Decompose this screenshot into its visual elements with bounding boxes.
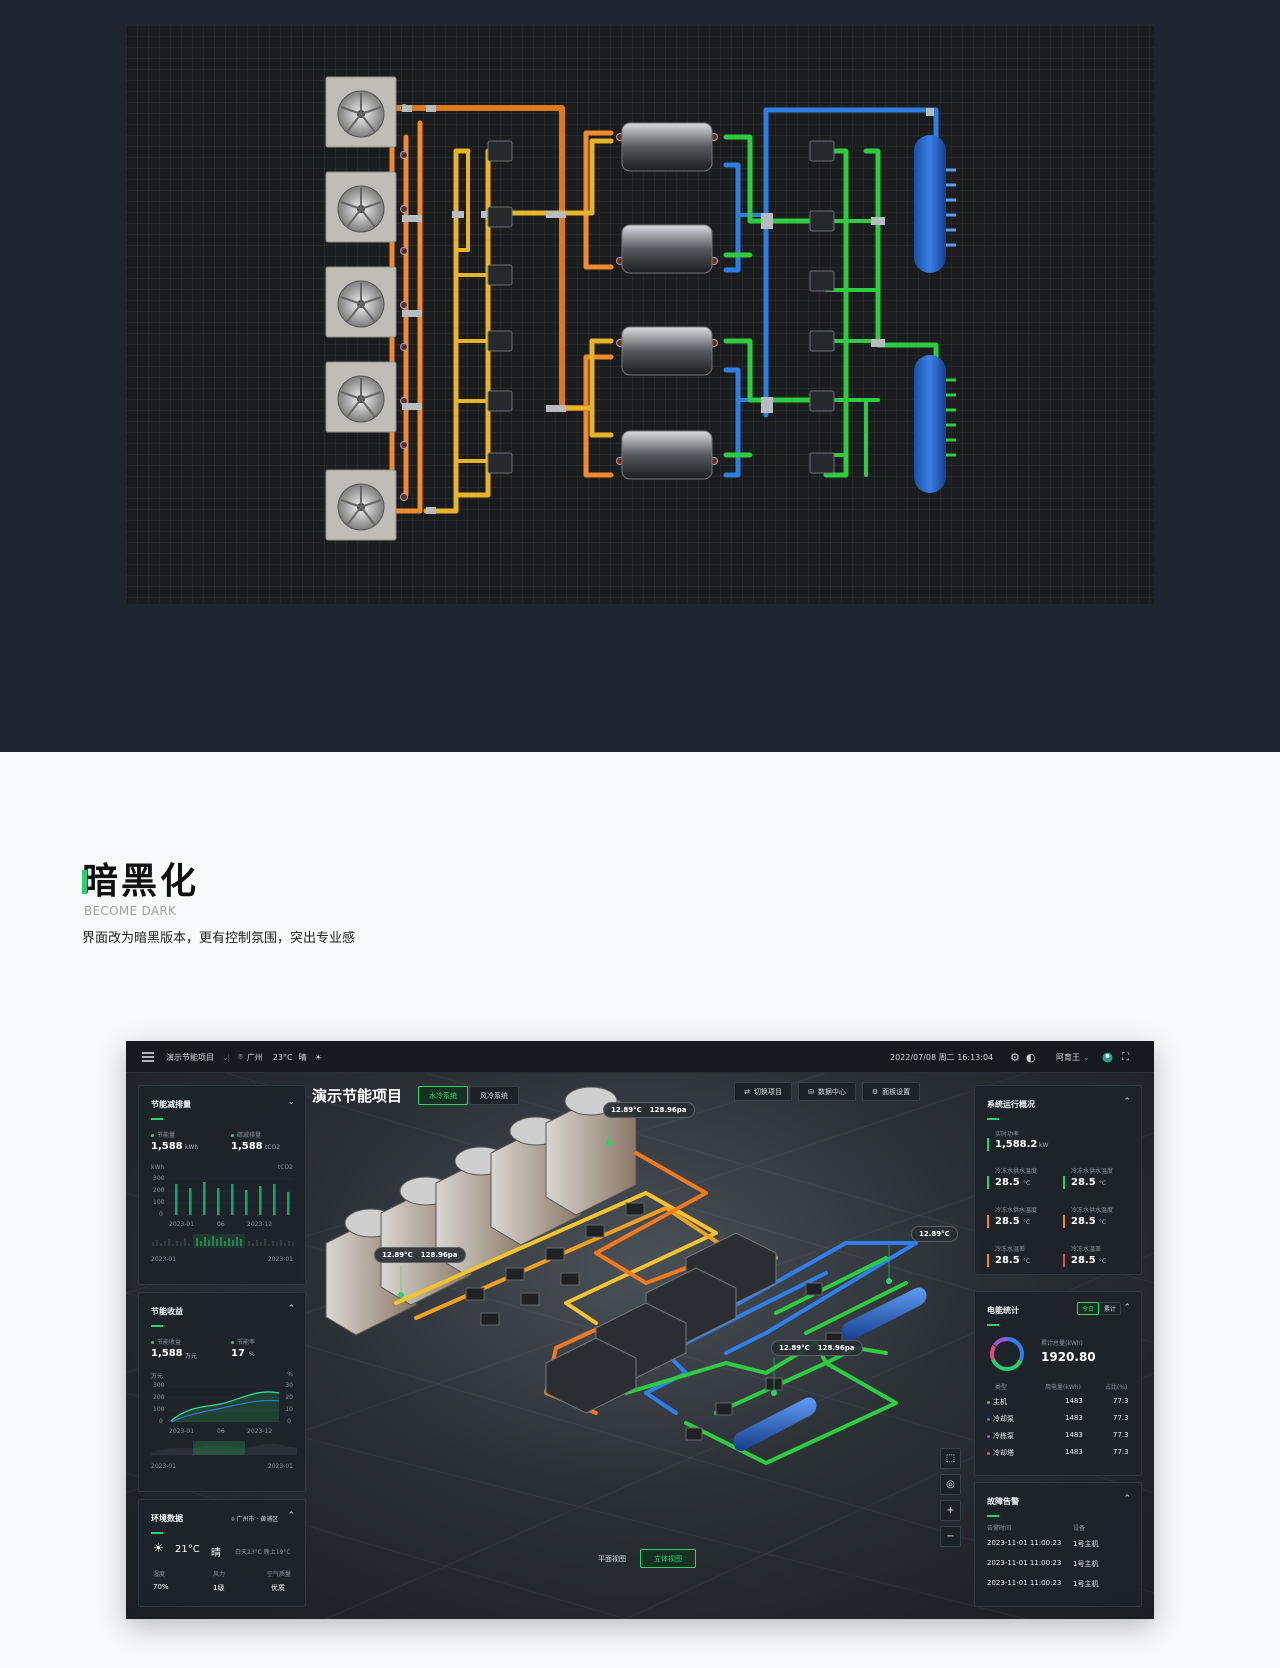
divider: | (227, 1052, 230, 1062)
location-pin-icon: ⌾ (238, 1052, 243, 1061)
tab-3d-view[interactable]: 立体视图 (640, 1549, 696, 1568)
metric-label: 碳减排量 (231, 1130, 261, 1139)
project-selector[interactable]: 演示节能项目 ⌄ (166, 1041, 229, 1073)
energy-bar-chart (169, 1178, 293, 1216)
chevron-down-icon: ⌄ (1083, 1052, 1090, 1062)
zoom-in-button[interactable]: + (940, 1500, 961, 1521)
energy-saving-panel: 节能减排量 ⌄ 节能量 1,588 kWh 碳减排量 1,588 tCO2 kW… (138, 1085, 306, 1285)
location-weather: ⌾ 广州 23°C 晴 ☀ (238, 1052, 322, 1062)
panel-title: 环境数据 (151, 1514, 183, 1523)
title-accent-bar (82, 870, 87, 894)
panel-title: 系统运行概况 (987, 1100, 1035, 1109)
tab-air-cooling[interactable]: 风冷系统 (469, 1086, 519, 1105)
sun-icon: ☀ (314, 1052, 322, 1062)
switch-project-button[interactable]: ⇄ 切换项目 (734, 1082, 792, 1101)
revenue-line-chart (169, 1385, 281, 1423)
pump-icons (487, 140, 835, 474)
chevron-up-icon[interactable]: ⌃ (287, 1304, 295, 1314)
title-underline (151, 1532, 163, 1534)
metric-value: 1,588 (231, 1141, 263, 1152)
revenue-panel: 节能收益 ⌃ 节能收益 1,588 万元 节能率 17 % 万元 % 300 2… (138, 1292, 306, 1492)
data-center-button[interactable]: ⛁ 数据中心 (798, 1082, 856, 1101)
title-underline (987, 1515, 999, 1517)
panel-title: 电能统计 (987, 1306, 1019, 1315)
gear-icon: ⚙ (871, 1087, 879, 1096)
sensor-tag[interactable]: 12.89°C (911, 1226, 958, 1242)
chiller-icons (621, 122, 713, 480)
title-underline (151, 1325, 163, 1327)
plant-schematic-2d (126, 25, 1154, 604)
section-subtitle: BECOME DARK (84, 904, 177, 918)
pipe-network-svg (325, 76, 956, 541)
chevron-down-icon[interactable]: ⌄ (287, 1097, 295, 1107)
title-underline (987, 1324, 999, 1326)
fullscreen-icon[interactable]: ⛶ (1122, 1041, 1129, 1073)
datetime: 2022/07/08 周二 16:13:04 (890, 1052, 994, 1062)
table-row: 冷却泵 (987, 1414, 1014, 1424)
environment-panel: 环境数据 ⌾ 广州市 · 黄浦区 ⌃ ☀ 21°C 晴 白天23°C 晚上19°… (138, 1499, 306, 1607)
panel-title: 节能收益 (151, 1307, 183, 1316)
scene-title: 演示节能项目 (312, 1087, 403, 1105)
metric-label: 节能量 (151, 1130, 175, 1139)
sensor-tag[interactable]: 12.89°C 128.96pa (603, 1102, 695, 1118)
cooling-tower-icons (325, 76, 397, 541)
alarm-row: 2023-11-01 11:00:23 (987, 1579, 1062, 1587)
tank-icons (914, 135, 956, 493)
cube-view-icon[interactable]: ⬚ (940, 1448, 961, 1469)
title-underline (987, 1118, 999, 1120)
table-row: 主机 (987, 1397, 1007, 1407)
toggle-total[interactable]: 累计 (1099, 1302, 1121, 1315)
energy-stats-panel: 电能统计 今日 累计 ⌃ 累计总量(kWh) 1920.80 类型 用电量(kW… (974, 1291, 1142, 1476)
location: ⌾ 广州市 · 黄浦区 (231, 1516, 279, 1523)
tab-plan-view[interactable]: 平面视图 (586, 1549, 638, 1568)
sensor-tag[interactable]: 12.89°C 128.96pa (771, 1340, 863, 1356)
section-description: 界面改为暗黑版本，更有控制氛围，突出专业感 (82, 931, 356, 946)
chevron-up-icon[interactable]: ⌃ (1123, 1097, 1131, 1107)
panel-settings-button[interactable]: ⚙ 面板设置 (862, 1082, 920, 1101)
range-slider (151, 1441, 297, 1455)
theme-toggle-icon[interactable]: ◐ (1026, 1041, 1036, 1073)
panel-title: 节能减排量 (151, 1100, 191, 1109)
title-underline (151, 1118, 163, 1120)
database-icon: ⛁ (808, 1087, 814, 1096)
chevron-up-icon[interactable]: ⌃ (287, 1511, 295, 1521)
dashboard-screenshot: 演示节能项目 ⌄ | ⌾ 广州 23°C 晴 ☀ 2022/07/08 周二 16:13:… (126, 1041, 1154, 1619)
system-overview-panel: 系统运行概况 ⌃ 实时功率 1,588.2 kW 冷冻水供水温度 28.5 °C… (974, 1085, 1142, 1275)
section-title: 暗黑化 (82, 861, 200, 902)
switch-icon: ⇄ (744, 1087, 750, 1096)
top-bar: 演示节能项目 ⌄ | ⌾ 广州 23°C 晴 ☀ 2022/07/08 周二 16:13:… (126, 1041, 1154, 1073)
tab-water-cooling[interactable]: 水冷系统 (418, 1086, 468, 1105)
table-row: 冷栋泵 (987, 1431, 1014, 1441)
settings-icon[interactable]: ⚙ (1010, 1041, 1020, 1073)
energy-donut-chart (990, 1337, 1024, 1371)
sun-icon: ☀ (153, 1541, 164, 1555)
avatar[interactable] (1102, 1041, 1113, 1073)
locate-icon[interactable]: ◎ (940, 1474, 961, 1495)
chevron-up-icon[interactable]: ⌃ (1123, 1303, 1131, 1313)
toggle-today[interactable]: 今日 (1077, 1302, 1099, 1315)
alarm-row: 2023-11-01 11:00:23 (987, 1559, 1062, 1567)
user-menu[interactable]: 阿育王 ⌄ (1056, 1041, 1090, 1073)
sensor-tag[interactable]: 12.89°C 128.96pa (374, 1247, 466, 1263)
zoom-out-button[interactable]: − (940, 1526, 961, 1547)
menu-icon[interactable] (142, 1041, 154, 1073)
range-slider (152, 1234, 294, 1248)
alarm-row: 2023-11-01 11:00:23 (987, 1539, 1062, 1547)
metric-value: 1,588 (151, 1141, 183, 1152)
chevron-up-icon[interactable]: ⌃ (1123, 1494, 1131, 1504)
panel-title: 故障告警 (987, 1497, 1019, 1506)
table-row: 冷却塔 (987, 1448, 1014, 1458)
alarm-panel: 故障告警 ⌃ 告警时间 设备 2023-11-01 11:00:23 1号主机 … (974, 1482, 1142, 1607)
